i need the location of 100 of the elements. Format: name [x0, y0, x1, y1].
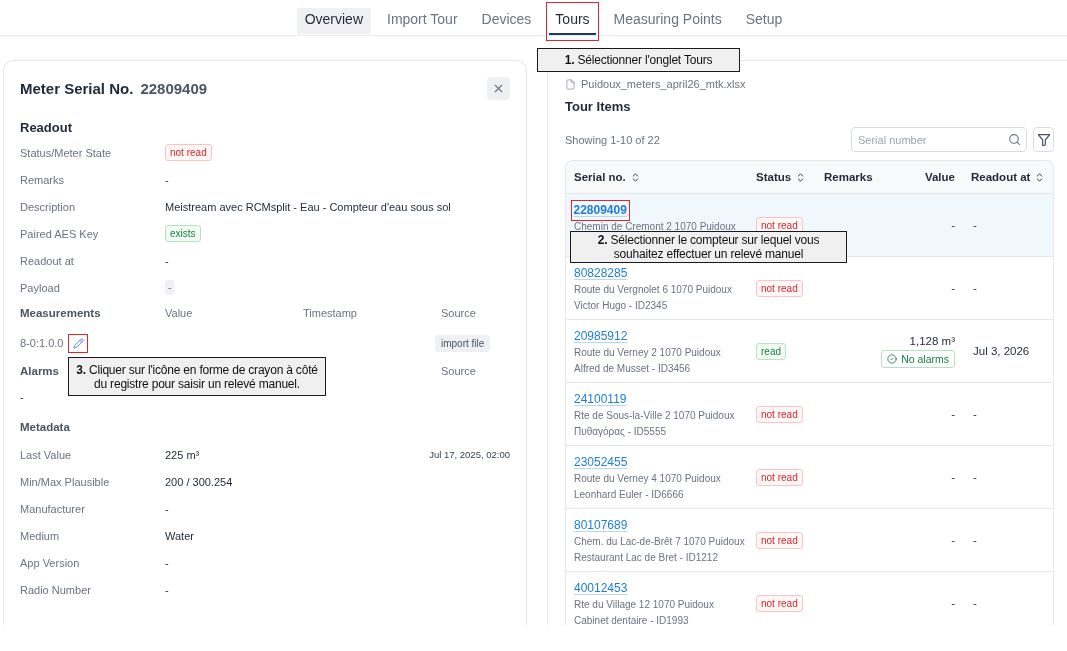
column-header: Value [924, 171, 955, 183]
field-value: 200 / 300.254 [165, 475, 233, 488]
column-header[interactable]: Status [756, 171, 807, 183]
field-label: Status/Meter State [20, 146, 112, 159]
field-label: Description [20, 200, 76, 213]
source-tag: import file [435, 334, 491, 352]
value-text: 1,128 m³ [909, 334, 955, 347]
serial-link[interactable]: 80828285 [574, 266, 628, 280]
instruction-callout: 1. Sélectionner l'onglet Tours [537, 48, 740, 72]
serial-link[interactable]: 22809409 [570, 199, 630, 221]
column-header[interactable]: Serial no. [574, 171, 641, 183]
serial-link[interactable]: 24100119 [574, 392, 627, 406]
column-label: Source [441, 365, 476, 377]
readout-date: Jul 3, 2026 [973, 345, 1030, 357]
field-label: Medium [20, 529, 60, 542]
field-value: Water [165, 529, 194, 542]
column-header: Remarks [824, 171, 873, 183]
owner-text: Cabinet dentaire - ID1993 [574, 614, 689, 625]
status-badge: not read [756, 468, 803, 486]
field-value: - [165, 583, 169, 596]
serial-link[interactable]: 40012453 [574, 581, 628, 595]
column-label: Timestamp [303, 307, 357, 319]
field-label: Radio Number [20, 583, 91, 596]
field-value: - [165, 556, 169, 569]
field-label: Min/Max Plausible [20, 475, 110, 488]
filter-button[interactable] [1033, 127, 1054, 152]
close-button[interactable] [487, 77, 510, 100]
owner-text: Alfred de Musset - ID3456 [574, 362, 691, 374]
nav-tab[interactable]: Import Tour [378, 2, 467, 41]
field-value: - [165, 173, 169, 186]
owner-text: Restaurant Lac de Bret - ID1212 [574, 551, 718, 563]
status-badge: not read [165, 144, 212, 161]
nav-tab[interactable]: Devices [472, 2, 541, 41]
serial-link[interactable]: 23052455 [574, 455, 628, 469]
owner-text: Πυθαγόρας - ID5555 [574, 425, 667, 437]
field-value: - [165, 502, 169, 515]
panel-title: Tour Items [565, 99, 631, 115]
payload-value: - [165, 280, 175, 295]
instruction-callout: 3. Cliquer sur l'icône en forme de crayon à côté du registre pour saisir un relevé manuel. [68, 357, 326, 396]
serial-link[interactable]: 80107689 [574, 518, 628, 532]
serial-number: 22809409 [140, 80, 208, 97]
empty-value: - [20, 391, 24, 403]
search-input[interactable]: Serial number [851, 127, 1027, 152]
readout-date: - [973, 471, 977, 483]
field-value: Meistream avec RCMsplit - Eau - Compteur d'eau sous sol [165, 200, 451, 213]
file-icon [565, 78, 576, 90]
search-icon [1008, 133, 1021, 146]
result-count: Showing 1-10 of 22 [565, 133, 660, 146]
column-header[interactable]: Readout at [971, 171, 1046, 183]
value-text: - [951, 219, 955, 231]
pencil-icon [72, 337, 84, 349]
owner-text: Leonhard Euler - ID6666 [574, 488, 684, 500]
nav-tab[interactable]: Setup [736, 2, 792, 41]
field-label: Payload [20, 281, 60, 294]
readout-date: - [973, 597, 977, 609]
address-text: Chemin de Cremont 2 1070 Puidoux [574, 220, 736, 232]
file-name: Puidoux_meters_april26_mtk.xlsx [581, 78, 746, 90]
section-title: Measurements [20, 307, 101, 319]
owner-text: Victor Hugo - ID2345 [574, 299, 668, 311]
status-badge: not read [756, 279, 803, 297]
panel-title: Meter Serial No. [20, 80, 134, 97]
status-badge: not read [756, 405, 803, 423]
address-text: Rte de Sous-la-Ville 2 1070 Puidoux [574, 409, 735, 421]
timestamp: Jul 17, 2025, 02:00 [429, 449, 510, 460]
nav-tab[interactable]: Measuring Points [604, 2, 731, 41]
readout-date: - [973, 282, 977, 294]
nav-tab[interactable]: Tours [546, 2, 599, 41]
address-text: Route du Vergnolet 6 1070 Puidoux [574, 283, 732, 295]
section-title: Metadata [20, 421, 70, 433]
status-badge: exists [165, 225, 201, 242]
address-text: Rte du Village 12 1070 Puidoux [574, 598, 714, 610]
address-text: Route du Verney 4 1070 Puidoux [574, 472, 721, 484]
serial-link[interactable]: 20985912 [574, 329, 628, 343]
field-label: Remarks [20, 173, 64, 186]
close-icon [492, 82, 505, 95]
value-text: - [951, 408, 955, 420]
readout-date: - [973, 534, 977, 546]
readout-date: - [973, 219, 977, 231]
field-label: Manufacturer [20, 502, 85, 515]
status-badge: not read [756, 531, 803, 549]
field-value: - [165, 254, 169, 267]
value-text: - [951, 597, 955, 609]
address-text: Route du Verney 2 1070 Puidoux [574, 346, 721, 358]
section-title: Readout [20, 120, 72, 136]
instruction-callout: 2. Sélectionner le compteur sur lequel vous souhaitez effectuer un relevé manuel [570, 231, 847, 263]
column-label: Value [165, 307, 193, 319]
filter-icon [1037, 133, 1050, 146]
address-text: Chem. du Lac-de-Brêt 7 1070 Puidoux [574, 535, 745, 547]
alarm-badge: No alarms [881, 349, 955, 368]
field-label: Readout at [20, 254, 74, 267]
check-circle-icon [887, 353, 898, 364]
field-label: Last Value [20, 448, 72, 461]
edit-button[interactable] [68, 333, 89, 353]
column-label: Source [441, 307, 476, 319]
value-text: - [951, 282, 955, 294]
status-badge: read [756, 342, 786, 360]
register-code: 8-0:1.0.0 [20, 337, 64, 349]
value-text: - [951, 534, 955, 546]
field-label: App Version [20, 556, 80, 569]
section-title: Alarms [20, 365, 59, 377]
